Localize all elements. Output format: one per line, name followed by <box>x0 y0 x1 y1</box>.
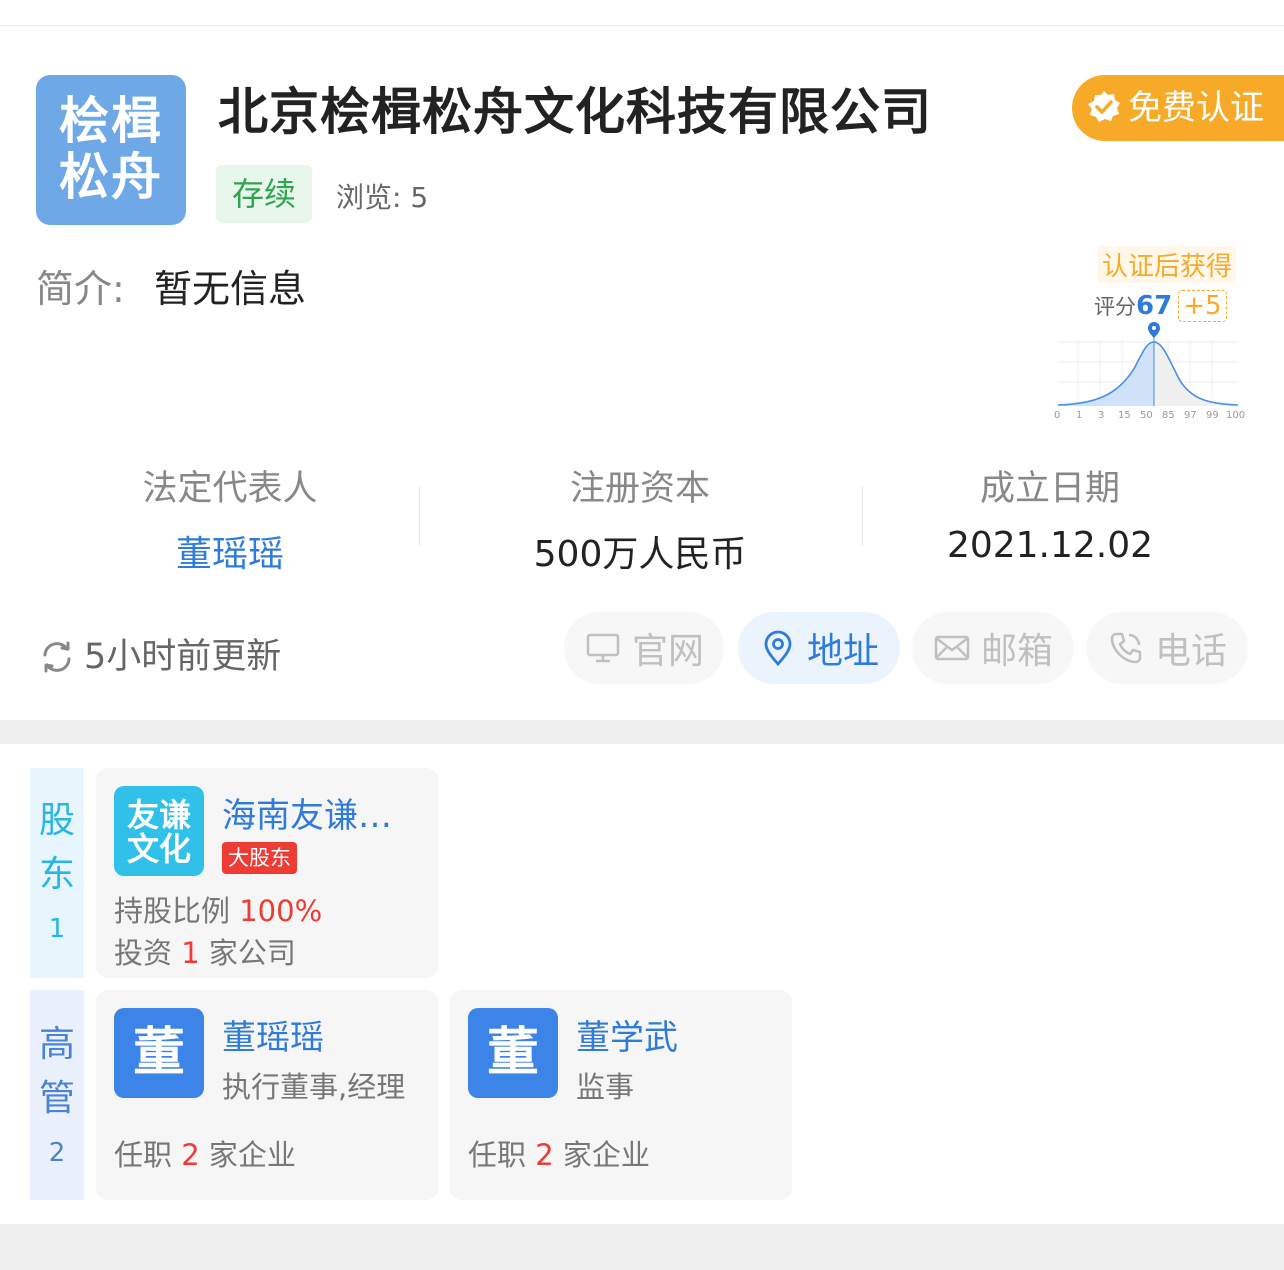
legal-rep-column: 法定代表人 董瑶瑶 <box>130 460 330 577</box>
positions-prefix: 任职 <box>468 1138 527 1172</box>
section-separator <box>0 1224 1284 1270</box>
views-label: 浏览: <box>336 181 402 214</box>
positions-prefix: 任职 <box>114 1138 173 1172</box>
executive-avatar: 董 <box>468 1008 558 1098</box>
free-certification-button[interactable]: 免费认证 <box>1072 75 1284 141</box>
location-pin-icon <box>764 630 792 667</box>
executive-positions: 任职 2 家企业 <box>468 1132 650 1174</box>
positions-count: 2 <box>181 1138 200 1172</box>
axis-tick: 15 <box>1118 410 1131 421</box>
shareholder-logo-line1: 友谦 <box>126 796 191 834</box>
shareholder-logo-line2: 文化 <box>126 830 191 868</box>
executive-role: 执行董事,经理 <box>222 1070 406 1104</box>
score-tag: 认证后获得 <box>1097 246 1236 283</box>
axis-tick: 50 <box>1140 410 1153 421</box>
logo-text-line1: 桧楫 <box>59 92 163 150</box>
score-axis: 0 1 3 15 50 85 97 99 100 <box>1050 410 1250 424</box>
founded-label: 成立日期 <box>979 469 1120 509</box>
executive-card[interactable]: 董 董学武 监事 任职 2 家企业 <box>450 990 792 1200</box>
address-button[interactable]: 地址 <box>738 612 900 684</box>
monitor-icon <box>586 633 620 663</box>
score-line: 评分67 +5 <box>1094 290 1227 322</box>
score-widget[interactable]: 认证后获得 评分67 +5 0 1 3 15 50 85 97 99 100 <box>1050 246 1250 426</box>
refresh-label: 5小时前更新 <box>84 637 282 677</box>
shareholders-tag-char: 股 <box>38 800 75 841</box>
top-divider <box>0 0 1284 26</box>
logo-text-line2: 松舟 <box>59 148 163 206</box>
axis-tick: 97 <box>1184 410 1197 421</box>
invest-prefix: 投资 <box>114 936 173 970</box>
founded-column: 成立日期 2021.12.02 <box>940 460 1160 566</box>
cert-label: 免费认证 <box>1128 88 1264 128</box>
investment-count: 投资 1 家公司 <box>114 930 296 972</box>
axis-tick: 100 <box>1226 410 1246 421</box>
invest-count-value: 1 <box>181 936 200 970</box>
positions-suffix: 家企业 <box>562 1138 650 1172</box>
column-divider <box>419 486 420 546</box>
status-badge: 存续 <box>216 165 312 223</box>
legal-rep-label: 法定代表人 <box>142 469 318 509</box>
intro-label: 简介: <box>36 267 125 311</box>
shareholding-ratio: 持股比例 100% <box>114 888 322 930</box>
axis-tick: 85 <box>1162 410 1175 421</box>
positions-count: 2 <box>535 1138 554 1172</box>
view-count: 浏览: 5 <box>336 176 428 216</box>
verified-check-icon <box>1088 91 1120 122</box>
refresh-icon <box>43 641 71 673</box>
invest-suffix: 家公司 <box>208 936 296 970</box>
shareholder-card[interactable]: 友谦 文化 海南友谦… 大股东 持股比例 100% 投资 1 家公司 <box>96 768 438 978</box>
executive-positions: 任职 2 家企业 <box>114 1132 296 1174</box>
positions-suffix: 家企业 <box>208 1138 296 1172</box>
shareholder-logo: 友谦 文化 <box>114 786 204 876</box>
website-button[interactable]: 官网 <box>564 612 724 684</box>
capital-label: 注册资本 <box>569 469 710 509</box>
website-label: 官网 <box>631 631 704 672</box>
email-button[interactable]: 邮箱 <box>912 612 1074 684</box>
shareholders-tag[interactable]: 股 东 1 <box>30 768 84 978</box>
email-label: 邮箱 <box>980 631 1053 672</box>
capital-column: 注册资本 500万人民币 <box>520 460 760 577</box>
legal-rep-link[interactable]: 董瑶瑶 <box>130 525 330 577</box>
company-name: 北京桧楫松舟文化科技有限公司 <box>218 83 932 141</box>
column-divider <box>862 486 863 546</box>
company-logo: 桧楫 松舟 <box>36 75 186 225</box>
axis-tick: 99 <box>1206 410 1219 421</box>
ratio-label: 持股比例 <box>114 894 231 928</box>
phone-button[interactable]: 电话 <box>1086 612 1248 684</box>
management-tag-char: 管 <box>38 1078 75 1119</box>
axis-tick: 1 <box>1076 410 1083 421</box>
executive-avatar: 董 <box>114 1008 204 1098</box>
management-tag-char: 高 <box>38 1024 75 1065</box>
score-bonus: +5 <box>1178 290 1227 322</box>
phone-icon <box>1110 632 1142 664</box>
shareholders-tag-char: 东 <box>38 854 75 895</box>
executive-role: 监事 <box>576 1070 635 1104</box>
axis-tick: 0 <box>1054 410 1061 421</box>
management-tag[interactable]: 高 管 2 <box>30 990 84 1200</box>
score-label: 评分 <box>1094 295 1136 319</box>
executive-card[interactable]: 董 董瑶瑶 执行董事,经理 任职 2 家企业 <box>96 990 438 1200</box>
views-value: 5 <box>410 181 429 214</box>
refresh-status[interactable]: 5小时前更新 <box>38 628 281 679</box>
score-distribution-curve <box>1057 322 1239 406</box>
intro-value: 暂无信息 <box>154 267 307 311</box>
shareholder-name[interactable]: 海南友谦… <box>222 788 392 837</box>
capital-value: 500万人民币 <box>533 534 747 575</box>
address-label: 地址 <box>806 631 879 672</box>
major-shareholder-badge: 大股东 <box>222 842 297 874</box>
founded-value: 2021.12.02 <box>946 525 1154 566</box>
phone-label: 电话 <box>1154 631 1227 672</box>
mail-icon <box>934 635 970 661</box>
section-separator <box>0 720 1284 744</box>
shareholders-count: 1 <box>48 914 66 944</box>
ratio-value: 100% <box>239 894 323 928</box>
executive-name[interactable]: 董瑶瑶 <box>222 1010 324 1059</box>
axis-tick: 3 <box>1098 410 1105 421</box>
score-value: 67 <box>1136 291 1173 321</box>
executive-name[interactable]: 董学武 <box>576 1010 678 1059</box>
management-count: 2 <box>48 1138 66 1168</box>
